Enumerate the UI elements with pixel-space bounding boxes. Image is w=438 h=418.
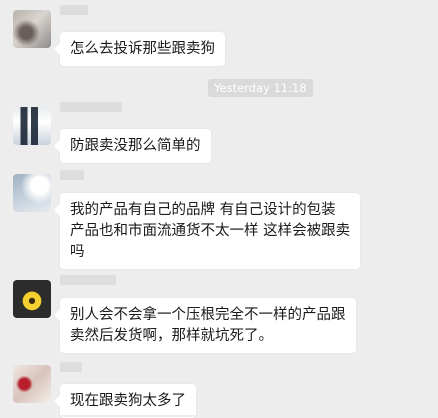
sender-name: [60, 5, 88, 15]
avatar[interactable]: [13, 10, 51, 48]
message-bubble[interactable]: 现在跟卖狗太多了: [54, 384, 196, 418]
sender-name: [60, 102, 122, 112]
avatar[interactable]: [13, 280, 51, 318]
timestamp-divider: Yesterday 11:18: [208, 79, 313, 97]
message-bubble[interactable]: 我的产品有自己的品牌 有自己设计的包装 产品也和市面流通货不太一样 这样会被跟卖…: [53, 193, 361, 269]
avatar[interactable]: [13, 107, 51, 145]
sender-name: [60, 275, 116, 285]
sender-name: [60, 170, 84, 180]
message-bubble[interactable]: 怎么去投诉那些跟卖狗: [54, 32, 225, 66]
avatar[interactable]: [13, 365, 51, 403]
avatar[interactable]: [13, 174, 51, 212]
message-bubble[interactable]: 别人会不会拿一个压根完全不一样的产品跟 卖然后发货啊，那样就坑死了。: [54, 298, 356, 353]
sender-name: [60, 362, 82, 372]
message-bubble[interactable]: 防跟卖没那么简单的: [54, 129, 211, 163]
